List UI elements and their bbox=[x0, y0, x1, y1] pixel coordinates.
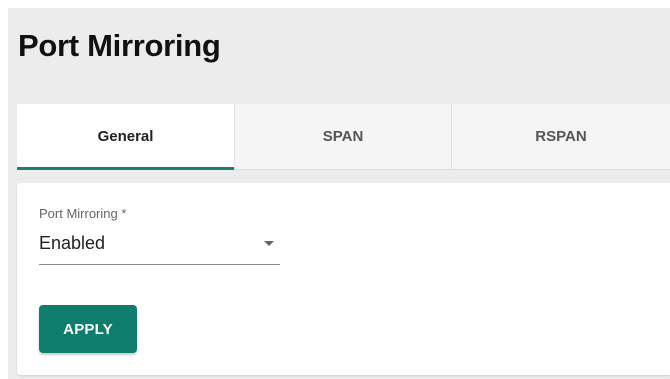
tab-rspan[interactable]: RSPAN bbox=[451, 104, 670, 169]
apply-button[interactable]: APPLY bbox=[39, 305, 137, 353]
port-mirroring-select[interactable]: Enabled bbox=[39, 227, 280, 265]
tab-bar: General SPAN RSPAN bbox=[17, 104, 670, 170]
page-title: Port Mirroring bbox=[18, 28, 221, 63]
port-mirroring-label: Port Mirroring * bbox=[39, 206, 127, 221]
dropdown-arrow-icon bbox=[264, 241, 274, 246]
tab-general[interactable]: General bbox=[17, 104, 234, 170]
port-mirroring-value: Enabled bbox=[39, 233, 106, 253]
settings-card: Port Mirroring * Enabled APPLY bbox=[17, 183, 670, 375]
tab-span[interactable]: SPAN bbox=[234, 104, 451, 169]
